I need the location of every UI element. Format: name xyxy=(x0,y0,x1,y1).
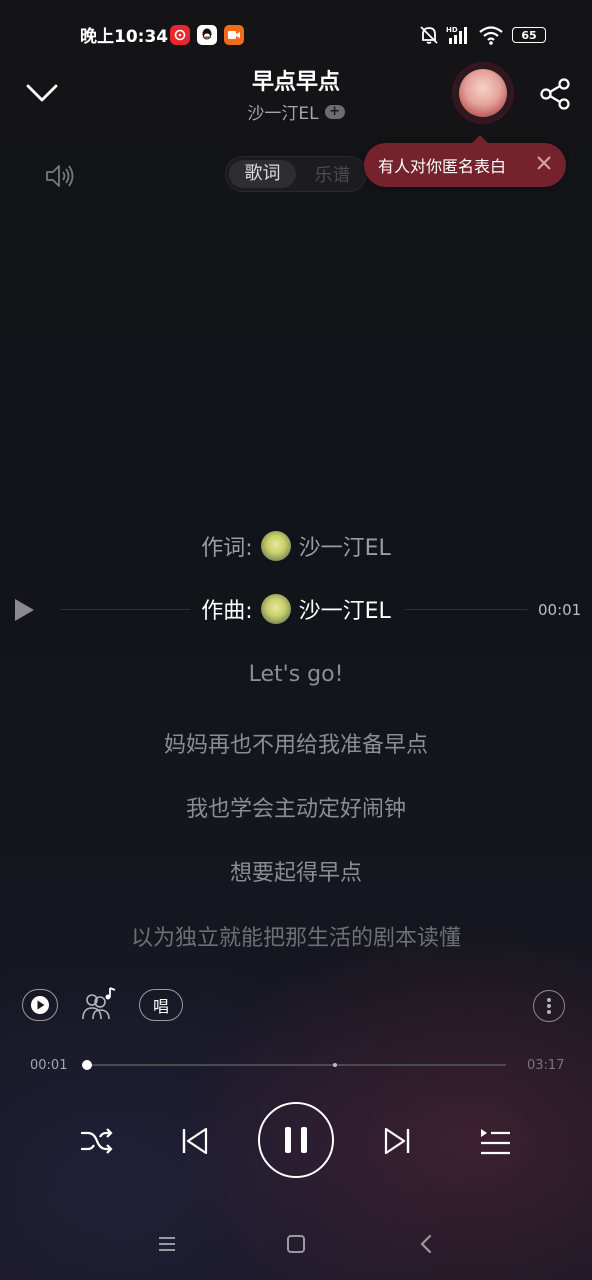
popup-close-button[interactable] xyxy=(534,153,554,173)
total-time: 03:17 xyxy=(527,1058,565,1073)
current-time: 00:01 xyxy=(30,1058,68,1073)
shuffle-button[interactable] xyxy=(78,1123,114,1159)
composer-prefix: 作曲: xyxy=(201,599,253,624)
previous-track-button[interactable] xyxy=(180,1123,210,1159)
pause-button[interactable] xyxy=(258,1102,334,1178)
nav-home-button[interactable] xyxy=(286,1234,306,1254)
popup-text: 有人对你匿名表白 xyxy=(378,157,507,176)
netease-music-icon xyxy=(170,25,190,45)
pause-icon-bar xyxy=(301,1127,307,1153)
tab-lyrics[interactable]: 歌词 xyxy=(229,160,296,188)
lyricist-avatar[interactable] xyxy=(260,531,291,561)
composer-credit: 作曲: 沙一汀EL xyxy=(0,593,592,625)
progress-knob[interactable] xyxy=(82,1060,92,1070)
more-options-button[interactable] xyxy=(533,990,565,1022)
back-chevron-icon xyxy=(420,1234,432,1254)
shuffle-icon xyxy=(81,1128,113,1154)
progress-buffer-marker xyxy=(333,1063,337,1067)
share-icon xyxy=(540,78,570,110)
follow-artist-button[interactable]: + xyxy=(324,104,345,119)
lyric-line[interactable]: 妈妈再也不用给我准备早点 xyxy=(0,727,592,759)
duet-note-icon xyxy=(82,987,116,1020)
composer-name[interactable]: 沙一汀EL xyxy=(299,593,391,625)
more-vertical-icon xyxy=(547,998,551,1014)
qq-icon xyxy=(197,25,217,45)
status-time: 晚上10:34 xyxy=(80,27,169,47)
video-icon xyxy=(224,25,244,45)
lyricist-name[interactable]: 沙一汀EL xyxy=(299,530,391,562)
progress-track[interactable] xyxy=(86,1064,506,1066)
nav-back-button[interactable] xyxy=(418,1232,434,1256)
share-button[interactable] xyxy=(537,76,573,112)
lyricist-prefix: 作词: xyxy=(201,536,253,561)
playlist-button[interactable] xyxy=(478,1123,512,1159)
svg-text:HD: HD xyxy=(446,26,458,34)
listen-together-button[interactable] xyxy=(80,986,118,1022)
lyric-line[interactable]: 我也学会主动定好闹钟 xyxy=(0,791,592,823)
lyric-line[interactable]: Let's go! xyxy=(0,662,592,687)
mute-bell-icon xyxy=(418,24,440,50)
composer-avatar[interactable] xyxy=(260,594,291,624)
next-track-button[interactable] xyxy=(382,1123,412,1159)
lyricist-credit: 作词: 沙一汀EL xyxy=(0,530,592,562)
tab-score[interactable]: 乐谱 xyxy=(299,161,366,187)
anonymous-confession-popup[interactable]: 有人对你匿名表白 xyxy=(364,135,566,187)
avatar-image xyxy=(459,69,507,117)
close-icon xyxy=(537,156,551,170)
lyrics-score-switch: 歌词 乐谱 xyxy=(225,156,367,192)
play-circle-icon xyxy=(31,996,49,1014)
nav-recents-button[interactable] xyxy=(157,1234,177,1254)
skip-forward-icon xyxy=(384,1127,410,1155)
sing-button[interactable]: 唱 xyxy=(139,989,183,1021)
lyric-line[interactable]: 想要起得早点 xyxy=(0,855,592,887)
popup-arrow xyxy=(472,135,488,143)
user-avatar[interactable] xyxy=(452,62,514,124)
artist-name[interactable]: 沙一汀EL xyxy=(247,99,318,124)
speaker-icon xyxy=(46,165,74,187)
volume-button[interactable] xyxy=(44,162,76,190)
skip-back-icon xyxy=(182,1127,208,1155)
mv-play-button[interactable] xyxy=(22,989,58,1021)
hd-signal-icon: HD xyxy=(446,24,474,50)
lyric-seek-time: 00:01 xyxy=(538,601,582,619)
playlist-icon xyxy=(481,1129,510,1155)
battery-icon: 65 xyxy=(512,27,546,43)
wifi-icon xyxy=(478,24,504,50)
pause-icon-bar xyxy=(285,1127,291,1153)
home-square-icon xyxy=(287,1235,305,1253)
menu-icon xyxy=(159,1237,175,1251)
lyric-line[interactable]: 以为独立就能把那生活的剧本读懂 xyxy=(0,920,592,952)
